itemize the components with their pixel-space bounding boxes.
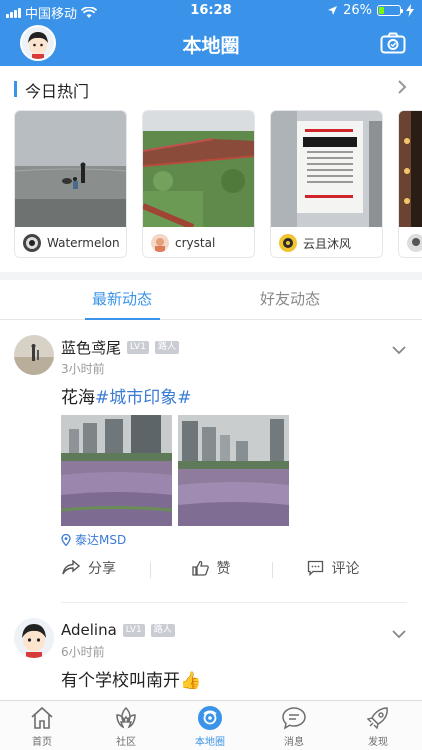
nav-discover-label: 发现	[368, 737, 388, 748]
hot-card[interactable]: Watermelon	[14, 110, 127, 258]
hot-card-user	[407, 234, 422, 252]
hot-section-header[interactable]: 今日热门	[0, 66, 422, 110]
share-button[interactable]: 分享	[28, 558, 150, 578]
bottom-nav: 首页 社区 本地圈 消息 发现	[0, 700, 422, 750]
share-icon	[62, 560, 80, 575]
post-location[interactable]: 泰达MSD	[61, 531, 126, 548]
post-text: 花海#城市印象#	[61, 383, 192, 408]
level-badge: LV1	[127, 341, 149, 354]
emoji: 👍	[180, 671, 202, 691]
user-avatar	[23, 234, 41, 252]
nav-home[interactable]: 首页	[0, 705, 84, 748]
hot-section-title: 今日热门	[25, 82, 90, 101]
hot-card-image	[271, 111, 382, 227]
home-icon	[31, 706, 53, 729]
section-accent-bar	[14, 81, 17, 97]
hot-card[interactable]: crystal	[142, 110, 255, 258]
hot-card-list[interactable]: Watermelon crystal 云且沐风	[14, 110, 422, 260]
hot-card-username: crystal	[175, 236, 216, 250]
hot-card[interactable]	[398, 110, 422, 258]
post-photo[interactable]	[61, 415, 172, 526]
hot-card-user: 云且沐风	[279, 234, 351, 252]
like-label: 赞	[216, 561, 231, 577]
nav-community-label: 社区	[116, 737, 136, 748]
nav-community[interactable]: 社区	[84, 705, 168, 748]
community-icon	[116, 706, 136, 729]
post-author: 蓝色鸢尾 LV1 路人	[61, 337, 179, 358]
location-arrow-icon	[328, 6, 338, 15]
post-author: Adelina LV1 路人	[61, 621, 175, 639]
status-right: 26%	[327, 3, 414, 18]
thumbs-up-icon	[191, 560, 209, 576]
chevron-down-icon[interactable]	[392, 629, 406, 639]
section-gap	[0, 272, 422, 280]
hot-card[interactable]: 云且沐风	[270, 110, 383, 258]
comment-button[interactable]: 评论	[272, 558, 394, 578]
status-bar: 中国移动 16:28 26%	[0, 0, 422, 22]
hot-card-user: Watermelon	[23, 234, 120, 252]
chevron-down-icon[interactable]	[392, 345, 406, 355]
battery-percent: 26%	[343, 3, 372, 18]
battery-icon	[377, 5, 403, 16]
post-time: 3小时前	[61, 362, 105, 376]
post-author-name[interactable]: Adelina	[61, 621, 117, 639]
page-title: 本地圈	[182, 35, 240, 57]
post-actions: 分享 赞 评论	[28, 558, 394, 584]
message-icon	[282, 707, 306, 730]
post-author-name[interactable]: 蓝色鸢尾	[61, 337, 121, 358]
rank-badge: 路人	[150, 623, 175, 637]
comment-label: 评论	[331, 561, 360, 577]
top-bar: 中国移动 16:28 26% 本地圈	[0, 0, 422, 66]
tab-friends[interactable]: 好友动态	[230, 288, 350, 309]
post-time: 6小时前	[61, 645, 105, 659]
nav-messages-label: 消息	[284, 737, 304, 748]
user-avatar	[279, 234, 297, 252]
local-circle-icon	[198, 706, 222, 730]
nav-local-circle[interactable]: 本地圈	[168, 705, 252, 748]
like-button[interactable]: 赞	[150, 558, 272, 578]
nav-local-circle-label: 本地圈	[195, 737, 225, 748]
topic-link[interactable]: #城市印象#	[95, 388, 192, 408]
hot-card-username: Watermelon	[47, 236, 120, 250]
post-avatar[interactable]	[14, 618, 54, 658]
location-pin-icon	[61, 533, 71, 546]
hot-card-image	[399, 111, 422, 227]
comment-icon	[307, 560, 323, 576]
user-avatar	[151, 234, 169, 252]
post-body: 花海	[61, 388, 95, 408]
nav-discover[interactable]: 发现	[336, 705, 420, 748]
post-avatar[interactable]	[14, 335, 54, 375]
hot-card-image	[143, 111, 254, 227]
location-label: 泰达MSD	[75, 533, 127, 547]
discover-icon	[366, 707, 388, 730]
nav-home-label: 首页	[32, 737, 52, 748]
hot-card-image	[15, 111, 126, 227]
camera-icon[interactable]	[380, 32, 406, 54]
user-avatar	[407, 234, 422, 252]
chevron-right-icon[interactable]	[396, 79, 408, 95]
post-body: 有个学校叫南开	[61, 671, 180, 691]
feed-post: 蓝色鸢尾 LV1 路人 3小时前 花海#城市印象# 泰达MSD 分享 赞 评论	[0, 320, 422, 610]
charging-icon	[406, 4, 414, 17]
tab-latest[interactable]: 最新动态	[62, 288, 182, 309]
hot-card-user: crystal	[151, 234, 215, 252]
hot-card-username: 云且沐风	[303, 236, 352, 251]
rank-badge: 路人	[154, 341, 179, 354]
post-text: 有个学校叫南开👍	[61, 666, 201, 691]
nav-messages[interactable]: 消息	[252, 705, 336, 748]
level-badge: LV1	[122, 623, 145, 637]
share-label: 分享	[88, 561, 116, 577]
post-photo[interactable]	[178, 415, 289, 526]
feed-post: Adelina LV1 路人 6小时前 有个学校叫南开👍	[0, 610, 422, 700]
feed-tabs: 最新动态 好友动态	[0, 280, 422, 320]
post-divider	[61, 602, 407, 603]
